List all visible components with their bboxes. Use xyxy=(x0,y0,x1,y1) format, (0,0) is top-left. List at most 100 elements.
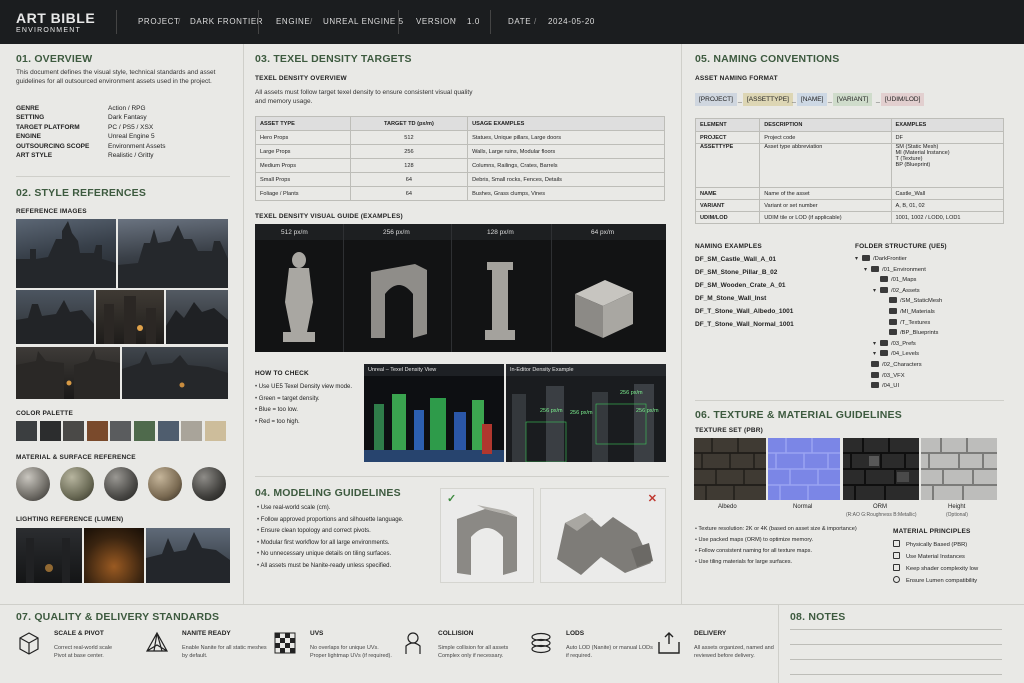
folder-icon xyxy=(871,382,879,389)
table-cell: UDIM/LOD xyxy=(694,211,761,224)
orm-label: ORM xyxy=(873,504,887,510)
modeling-list: Use real-world scale (cm).Follow approve… xyxy=(257,503,437,572)
folder-icon xyxy=(889,329,897,336)
folder-label: /04_Levels xyxy=(891,351,920,358)
folder-item[interactable]: /MI_Materials xyxy=(882,308,935,318)
table-header: DESCRIPTION xyxy=(759,118,892,132)
palette-swatch xyxy=(63,421,85,441)
material-reference-label: MATERIAL & SURFACE REFERENCE xyxy=(16,454,136,461)
project-value: DARK FRONTIER xyxy=(190,17,264,26)
overview-key: GENRE xyxy=(16,105,40,112)
folder-item[interactable]: ▾ /03_Prefs xyxy=(873,339,916,350)
palette-swatch xyxy=(204,421,226,441)
checker-icon xyxy=(272,630,298,656)
height-label: Height xyxy=(948,504,966,510)
folder-item[interactable]: /03_VFX xyxy=(864,371,905,382)
density-mark-3: 256 px/m xyxy=(636,408,659,414)
table-cell: 512 xyxy=(349,130,469,145)
principle-item: Ensure Lumen compatibility xyxy=(893,576,977,584)
material-sphere-moss xyxy=(60,467,94,501)
quality-item-name: SCALE & PIVOT xyxy=(54,630,104,637)
overview-key: ENGINE xyxy=(16,133,41,141)
collision-icon xyxy=(400,630,426,656)
folder-item[interactable]: ▾ /01_Environment xyxy=(864,265,926,276)
folder-label: /T_Textures xyxy=(900,319,931,326)
material-principles-label: MATERIAL PRINCIPLES xyxy=(893,528,971,535)
texture-item: Texture resolution: 2K or 4K (based on a… xyxy=(695,524,885,535)
material-sphere-rock xyxy=(104,467,138,501)
folder-structure-label: FOLDER STRUCTURE (UE5) xyxy=(855,243,947,250)
folder-item[interactable]: /T_Textures xyxy=(882,318,931,329)
folder-item[interactable]: /04_UI xyxy=(864,382,899,392)
style-heading: 02. STYLE REFERENCES xyxy=(16,187,147,199)
folder-icon xyxy=(889,318,897,325)
check-item: Use UE5 Texel Density view mode. xyxy=(255,382,355,394)
folder-item[interactable]: /SM_StaticMesh xyxy=(882,297,942,307)
reference-images-label: REFERENCE IMAGES xyxy=(16,208,87,215)
how-to-check-label: HOW TO CHECK xyxy=(255,370,309,377)
palette-swatch xyxy=(134,421,155,441)
lighting-image-3 xyxy=(146,528,230,583)
overview-key: SETTING xyxy=(16,114,45,122)
table-header: USAGE EXAMPLES xyxy=(467,116,665,131)
reference-image-ruins-1 xyxy=(16,290,94,344)
palette-swatch xyxy=(110,421,132,441)
table-cell: ASSETTYPE xyxy=(694,143,761,188)
table-cell: Walls, Large ruins, Modular floors xyxy=(467,144,665,159)
overview-value: Action / RPG xyxy=(108,105,146,112)
overview-key: ART STYLE xyxy=(16,152,53,159)
caret-icon[interactable]: ▾ xyxy=(873,340,879,347)
table-row: Small Props 64 Debris, Small rocks, Fences… xyxy=(255,172,665,187)
folder-item[interactable]: ▾ /02_Assets xyxy=(873,286,920,297)
table-row: NAME Name of the asset Castle_Wall xyxy=(694,187,1005,200)
in-editor-density-image: In-Editor Density Example 256 px/m 256 p… xyxy=(506,364,666,462)
header-bar: ART BIBLE ENVIRONMENT PROJECT / DARK FRO… xyxy=(0,0,1024,44)
version-value: 1.0 xyxy=(467,17,480,26)
color-palette-label: COLOR PALETTE xyxy=(16,410,74,417)
principle-label: Keep shader complexity low xyxy=(906,566,979,572)
folder-icon xyxy=(880,286,888,293)
quality-item-name: COLLISION xyxy=(438,630,474,637)
folder-item[interactable]: /01_Maps xyxy=(873,276,916,286)
table-row: Hero Props 512 Statues, Unique pillars, La… xyxy=(255,130,665,145)
table-row: Foliage / Plants 64 Bushes, Grass clumps, … xyxy=(255,186,665,201)
delivery-box-icon xyxy=(656,630,682,656)
naming-table: ELEMENT DESCRIPTION EXAMPLES PROJECT Project… xyxy=(694,118,1005,224)
folder-icon xyxy=(889,297,897,304)
table-row: ASSETTYPE Asset type abbreviation SM (Stat… xyxy=(694,143,1005,188)
folder-icon xyxy=(880,276,888,283)
naming-example: DF_T_Stone_Wall_Normal_1001 xyxy=(695,321,794,328)
table-cell: Variant or set number xyxy=(759,199,892,212)
lighting-image-2 xyxy=(84,528,144,583)
caret-icon[interactable]: ▾ xyxy=(873,287,879,294)
speed-icon xyxy=(893,564,900,571)
folder-icon xyxy=(880,350,888,357)
quality-item-desc: Correct real-world scale Pivot at base c… xyxy=(54,645,113,659)
overview-value: Dark Fantasy xyxy=(108,114,147,122)
caret-icon[interactable]: ▾ xyxy=(864,266,870,273)
normal-label: Normal xyxy=(793,504,813,510)
naming-example: DF_SM_Wooden_Crate_A_01 xyxy=(695,282,786,289)
caret-icon[interactable]: ▾ xyxy=(855,255,861,262)
check-item: Blue = too low. xyxy=(255,405,355,417)
height-note: (Optional) xyxy=(946,512,968,518)
caret-icon[interactable]: ▾ xyxy=(873,350,879,357)
quality-item-desc: Enable Nanite for all static meshes by d… xyxy=(182,645,267,659)
texel-heading: 03. TEXEL DENSITY TARGETS xyxy=(255,53,412,65)
overview-key: TARGET PLATFORM xyxy=(16,123,80,131)
palette-swatch xyxy=(86,421,108,441)
table-header-row: ELEMENT DESCRIPTION EXAMPLES xyxy=(694,118,1005,132)
folder-label: /SM_StaticMesh xyxy=(900,298,943,305)
texel-guide-panel: 512 px/m 256 px/m 128 px/m 64 px/m xyxy=(255,224,666,352)
folder-icon xyxy=(880,339,888,346)
palette-swatch xyxy=(181,421,203,441)
texel-text: All assets must follow target texel dens… xyxy=(255,89,473,105)
folder-item[interactable]: ▾ /04_Levels xyxy=(873,350,919,360)
table-cell: Name of the asset xyxy=(759,187,892,200)
overview-row: OUTSOURCING SCOPE Environment Assets xyxy=(16,142,165,151)
folder-icon xyxy=(871,265,879,272)
modeling-item: Follow approved proportions and silhouet… xyxy=(257,515,437,527)
folder-item[interactable]: /BP_Blueprints xyxy=(882,329,938,339)
folder-item[interactable]: ▾ /DarkFrontier xyxy=(855,255,907,265)
folder-item[interactable]: /02_Characters xyxy=(864,361,922,371)
